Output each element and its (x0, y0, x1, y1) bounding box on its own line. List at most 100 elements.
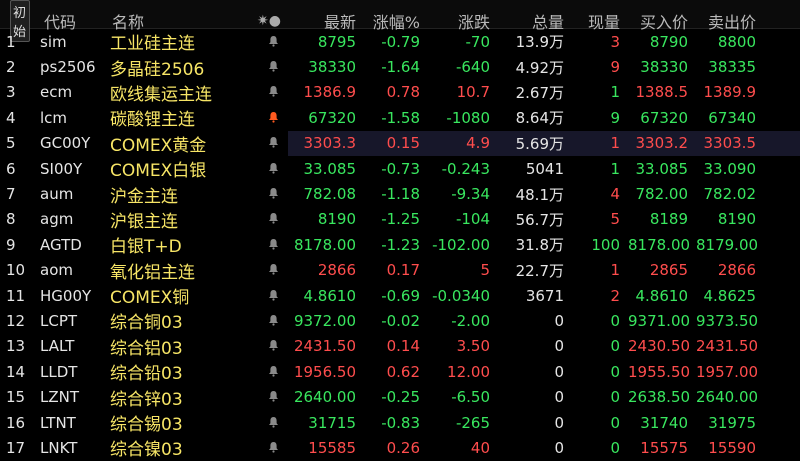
row-change-pct: -1.58 (381, 108, 420, 127)
table-row[interactable]: 3 ecm 欧线集运主连 1386.9 0.78 10.7 2.67万 1 1388.5 1389… (0, 80, 800, 105)
row-current-volume: 0 (610, 311, 620, 330)
header-latest[interactable]: 最新 (292, 9, 364, 33)
row-latest: 2640.00 (293, 388, 356, 407)
row-latest: 782.08 (303, 185, 357, 204)
bell-icon[interactable] (268, 339, 279, 351)
bell-icon[interactable] (268, 416, 279, 428)
bell-icon[interactable] (268, 289, 279, 301)
header-bid[interactable]: 买入价 (628, 9, 696, 33)
row-code: aom (40, 261, 73, 280)
table-row[interactable]: 13 LALT 综合铝03 2431.50 0.14 3.50 0 0 2430.50 2431.… (0, 334, 800, 359)
table-row[interactable]: 10 aom 氧化铝主连 2866 0.17 5 22.7万 1 2865 2866 (0, 258, 800, 283)
row-change: 4.9 (428, 134, 498, 153)
alert-bell (254, 337, 292, 355)
alert-bell (254, 439, 292, 457)
row-volume: 13.9万 (515, 33, 564, 52)
row-index: 15 (6, 388, 26, 407)
row-volume: 0 (554, 311, 564, 330)
row-volume: 48.1万 (515, 185, 564, 204)
quote-table: 初始 代码 名称 ✷● 最新 涨幅% 涨跌 总量 现量 买入价 卖出价 1 sim… (0, 0, 800, 461)
row-change-pct: 0.62 (386, 362, 420, 381)
row-change: -9.34 (451, 185, 490, 204)
row-volume: 5.69万 (498, 132, 572, 154)
row-volume: 5041 (525, 159, 564, 178)
bell-icon[interactable] (268, 212, 279, 225)
row-code: LNKT (40, 438, 78, 457)
table-row[interactable]: 8 agm 沪银主连 8190 -1.25 -104 56.7万 5 8189 8190 (0, 207, 800, 232)
row-name: 多晶硅2506 (110, 59, 205, 80)
table-row[interactable]: 9 AGTD 白银T+D 8178.00 -1.23 -102.00 31.8万 100 817… (0, 232, 800, 258)
bell-icon[interactable] (268, 314, 279, 326)
table-row[interactable]: 6 SI00Y COMEX白银 33.085 -0.73 -0.243 5041 1 33.08… (0, 156, 800, 182)
alert-bell (254, 185, 292, 203)
table-row[interactable]: 5 GC00Y COMEX黄金 3303.3 0.15 4.9 5.69万 1 3303.2 33… (0, 130, 800, 156)
row-index: 8 (6, 210, 16, 229)
row-latest: 8178.00 (293, 235, 356, 254)
row-name: COMEX黄金 (110, 135, 207, 156)
row-change: 3.50 (456, 337, 490, 356)
table-row[interactable]: 7 aum 沪金主连 782.08 -1.18 -9.34 48.1万 4 782.00 782.… (0, 181, 800, 207)
bell-icon[interactable] (268, 35, 279, 47)
row-volume: 0 (554, 438, 564, 457)
alert-bell (254, 210, 292, 228)
table-row[interactable]: 4 lcm 碳酸锂主连 67320 -1.58 -1080 8.64万 9 67320 67340 (0, 105, 800, 131)
row-latest: 2866 (317, 261, 356, 280)
row-ask: 1389.9 (703, 83, 757, 102)
row-current-volume: 1 (572, 134, 628, 153)
bell-icon[interactable] (268, 390, 279, 402)
row-ask: 38335 (708, 58, 756, 77)
row-ask: 67340 (708, 108, 756, 127)
table-row[interactable]: 12 LCPT 综合铜03 9372.00 -0.02 -2.00 0 0 9371.00 937… (0, 308, 800, 334)
bell-icon[interactable] (268, 85, 279, 98)
row-current-volume: 1 (610, 83, 620, 102)
row-current-volume: 3 (610, 32, 620, 51)
row-ask: 8179.00 (696, 235, 759, 254)
bell-icon[interactable] (268, 136, 279, 148)
table-row[interactable]: 2 ps2506 多晶硅2506 38330 -1.64 -640 4.92万 9 38330 3… (0, 54, 800, 80)
table-row[interactable]: 1 sim 工业硅主连 8795 -0.79 -70 13.9万 3 8790 8800 (0, 29, 800, 55)
header-volume[interactable]: 总量 (498, 9, 572, 33)
bell-icon[interactable] (268, 441, 279, 453)
header-alert-icons[interactable]: ✷● (254, 13, 292, 29)
row-bid: 8790 (649, 32, 688, 51)
header-code[interactable]: 代码 (38, 9, 106, 33)
row-latest: 67320 (308, 108, 356, 127)
row-index: 2 (6, 58, 16, 77)
row-latest: 8795 (317, 32, 356, 51)
bell-icon[interactable] (268, 60, 279, 72)
table-row[interactable]: 11 HG00Y COMEX铜 4.8610 -0.69 -0.0340 3671 2 4.86… (0, 283, 800, 309)
bell-icon[interactable] (268, 187, 279, 199)
table-row[interactable]: 15 LZNT 综合锌03 2640.00 -0.25 -6.50 0 0 2638.50 264… (0, 384, 800, 410)
table-row[interactable]: 16 LTNT 综合锡03 31715 -0.83 -265 0 0 31740 31975 (0, 410, 800, 436)
bell-icon[interactable] (268, 111, 279, 123)
bell-icon[interactable] (268, 162, 279, 174)
bell-icon[interactable] (268, 238, 279, 250)
row-current-volume: 2 (610, 286, 620, 305)
row-code: ecm (40, 83, 73, 102)
table-row[interactable]: 17 LNKT 综合镍03 15585 0.26 40 0 0 15575 15590 (0, 435, 800, 461)
header-change-pct[interactable]: 涨幅% (364, 9, 428, 33)
header-current-volume[interactable]: 现量 (572, 9, 628, 33)
header-change[interactable]: 涨跌 (428, 9, 498, 33)
bell-icon[interactable] (268, 263, 279, 275)
row-latest: 2431.50 (293, 337, 356, 356)
row-name: 综合铅03 (110, 364, 183, 385)
row-change-pct: 0.14 (386, 337, 420, 356)
header-ask[interactable]: 卖出价 (696, 9, 764, 33)
table-row[interactable]: 14 LLDT 综合铅03 1956.50 0.62 12.00 0 0 1955.50 1957… (0, 359, 800, 385)
row-change-pct: -1.18 (381, 185, 420, 204)
row-change: -2.00 (451, 311, 490, 330)
row-index: 4 (6, 108, 16, 127)
row-name: 沪银主连 (110, 211, 178, 232)
alert-bell (254, 58, 292, 76)
row-volume: 56.7万 (515, 210, 564, 229)
row-latest: 4.8610 (303, 286, 357, 305)
row-change: -70 (465, 32, 491, 51)
row-bid: 38330 (640, 58, 688, 77)
row-code: LALT (40, 337, 75, 356)
row-change: -265 (455, 413, 490, 432)
row-name: 综合铜03 (110, 313, 183, 334)
bell-icon[interactable] (268, 365, 279, 377)
row-change-pct: -0.69 (381, 286, 420, 305)
alert-bell (254, 160, 292, 178)
